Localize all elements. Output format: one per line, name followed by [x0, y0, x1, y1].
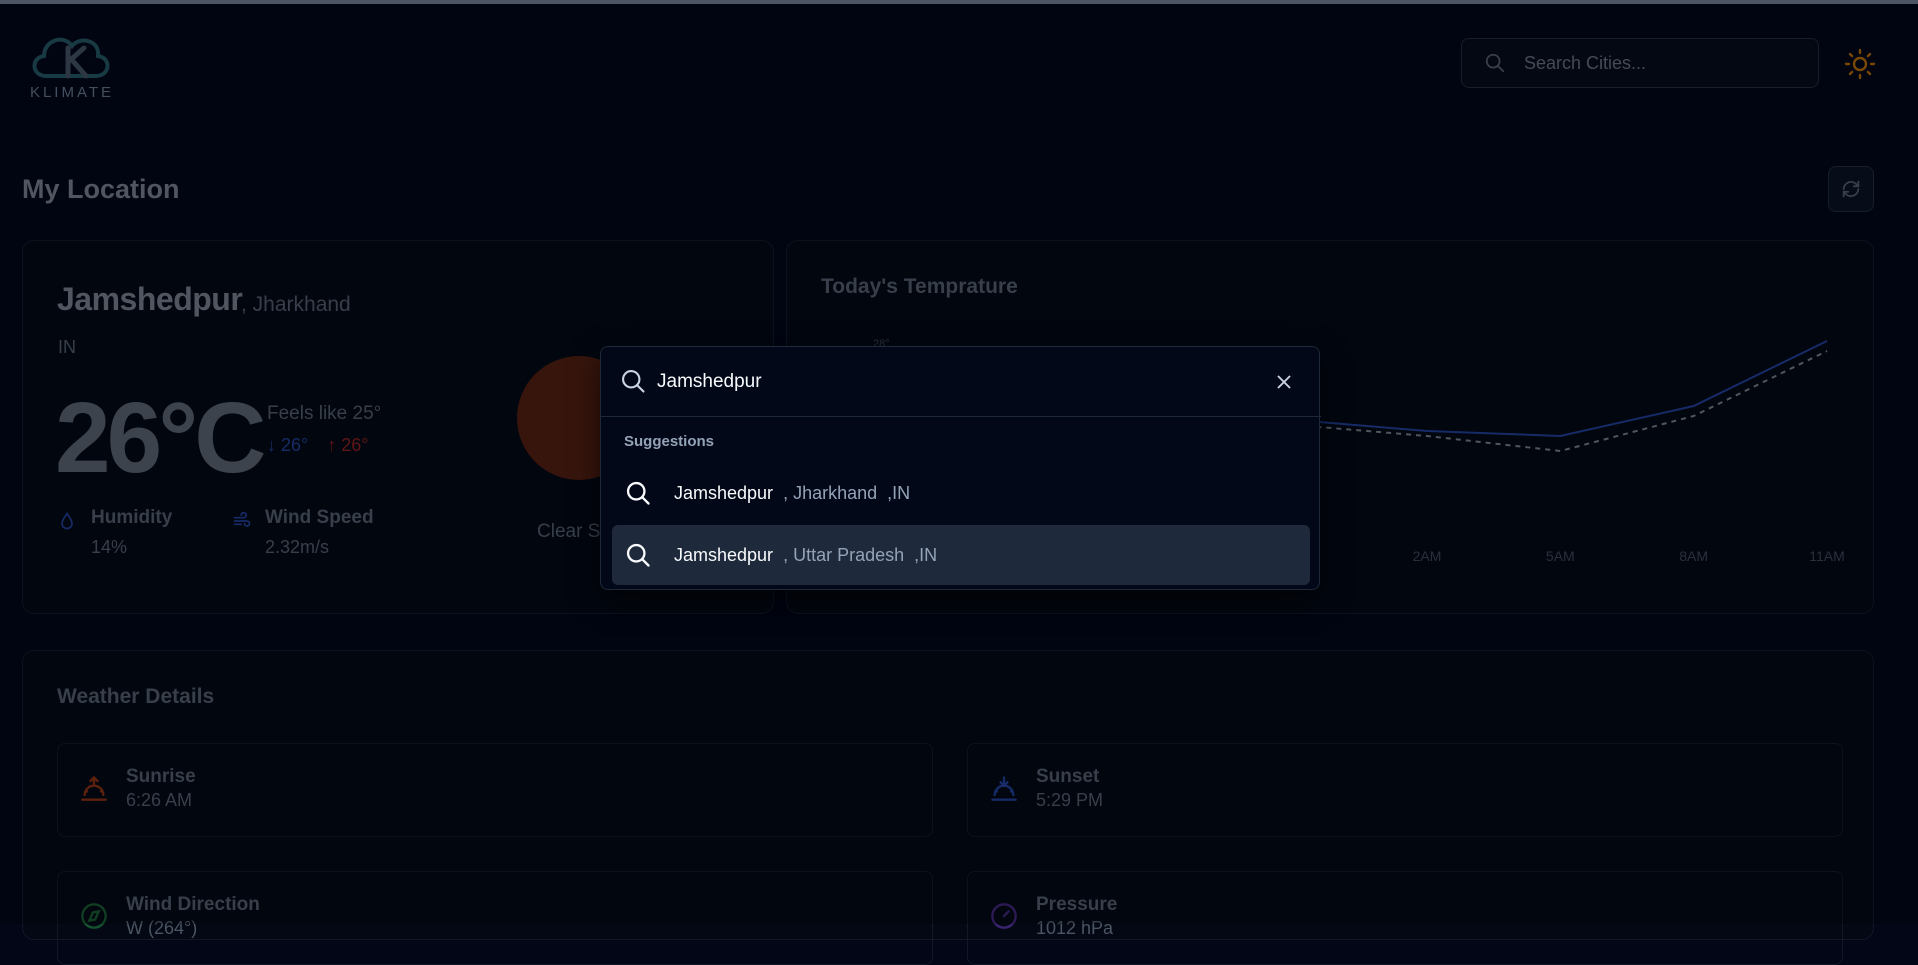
search-icon — [622, 370, 645, 393]
search-icon — [626, 481, 650, 505]
page: KLIMATE Search Cities... My Location Jam… — [0, 4, 1918, 965]
suggestions-heading: Suggestions — [624, 433, 715, 450]
suggestion-city: Jamshedpur — [674, 544, 774, 565]
dialog-search-row — [601, 347, 1321, 417]
close-icon[interactable] — [1273, 371, 1295, 393]
suggestion-item[interactable]: Jamshedpur , Jharkhand ,IN — [612, 463, 1310, 523]
city-search-dialog: Suggestions Jamshedpur , Jharkhand ,IN J… — [600, 346, 1321, 590]
suggestion-region: , Jharkhand ,IN — [783, 482, 911, 503]
city-search-input[interactable] — [657, 367, 1237, 397]
suggestion-city: Jamshedpur — [674, 482, 774, 503]
suggestion-region: , Uttar Pradesh ,IN — [783, 544, 938, 565]
suggestion-item-selected[interactable]: Jamshedpur , Uttar Pradesh ,IN — [612, 525, 1310, 585]
search-icon — [626, 543, 650, 567]
